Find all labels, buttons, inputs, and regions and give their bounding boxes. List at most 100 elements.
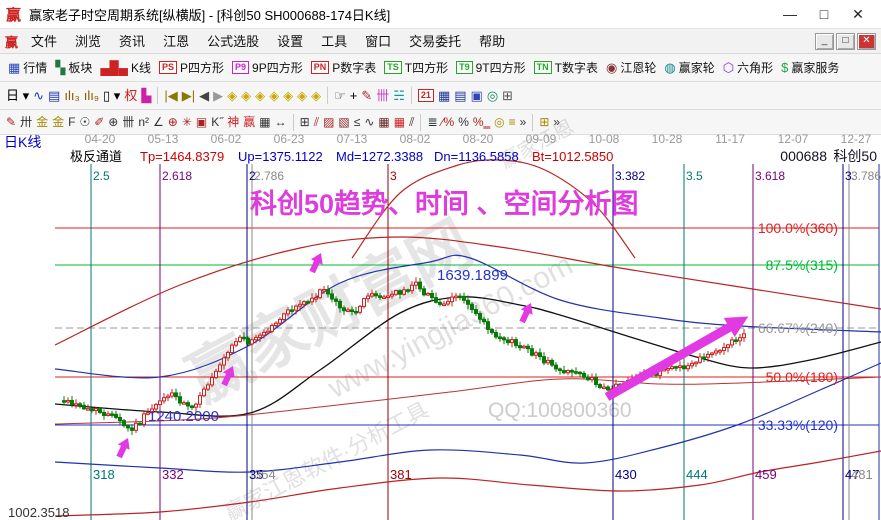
star-tool[interactable]: ✳	[180, 114, 194, 131]
menu-file[interactable]: 文件	[22, 32, 66, 51]
candle-style-button[interactable]: ▯ ▾	[101, 87, 122, 104]
winner-wheel-button[interactable]: ◍赢家轮	[661, 58, 717, 77]
frame-tool[interactable]: ⊞	[298, 114, 312, 131]
box-tool[interactable]: ▣	[194, 114, 209, 131]
mdi-window-buttons: _□✕	[815, 33, 876, 50]
ma3-icon[interactable]: ılı₃	[62, 87, 81, 104]
price-grid-tool[interactable]: ▦	[257, 114, 272, 131]
kline-button[interactable]: ▄█▄K线	[97, 58, 154, 77]
expand-x-button[interactable]: ◈	[267, 87, 281, 104]
export-button[interactable]: ◎	[485, 87, 500, 104]
parallel-tool[interactable]: ⫽	[407, 114, 416, 131]
compress-x-button[interactable]: ◈	[253, 87, 267, 104]
mdi-system-icon[interactable]: 赢	[5, 32, 18, 51]
print-button[interactable]: ⊞	[500, 87, 515, 104]
ying-tool[interactable]: 赢	[241, 114, 257, 131]
mdi-minimize-button[interactable]: _	[815, 33, 834, 50]
calculator-button[interactable]: ▦	[436, 87, 452, 104]
crosshair-button[interactable]: +	[348, 87, 360, 104]
percent-line-tool[interactable]: %‗	[471, 114, 492, 131]
hexagon-button[interactable]: ⬡六角形	[720, 58, 776, 77]
t-table-button-icon: TN	[534, 61, 552, 74]
expand-y-button[interactable]: ◈	[295, 87, 309, 104]
chart-area[interactable]	[0, 135, 881, 520]
multiwindow-icon[interactable]: ∿	[31, 87, 46, 104]
memo-button[interactable]: ▤	[452, 87, 468, 104]
t-table-button[interactable]: TNT数字表	[531, 58, 601, 77]
menu-trade[interactable]: 交易委托	[400, 32, 470, 51]
mdi-restore-button[interactable]: □	[836, 33, 855, 50]
more-tools2-button[interactable]: »	[551, 114, 562, 131]
bar-width-tool[interactable]: ↔	[273, 114, 289, 131]
color-chart-icon[interactable]: ▙	[139, 87, 153, 104]
reset-view-button[interactable]: ◈	[309, 87, 323, 104]
gann-target-tool[interactable]: ⊕	[166, 114, 180, 131]
percent-tool[interactable]: %	[456, 114, 471, 131]
gann-fan-tool[interactable]: ⫽	[312, 114, 321, 131]
golden-section-tool[interactable]: 金	[34, 114, 50, 131]
last-bar-button[interactable]: ▶|	[180, 87, 197, 104]
yellow-grid-tool[interactable]: ⊞	[537, 114, 551, 131]
n2-tool[interactable]: n²	[136, 114, 151, 131]
menu-tools[interactable]: 工具	[312, 32, 356, 51]
sectors-button[interactable]: ▚板块	[52, 58, 95, 77]
pointer-tool-button[interactable]: ✎	[359, 87, 374, 104]
cycle-tool[interactable]: ⊕	[106, 114, 120, 131]
chip2-tool-icon[interactable]: ☵	[391, 87, 407, 104]
f10-info-icon[interactable]: ▤	[46, 87, 62, 104]
first-bar-button[interactable]: |◀	[162, 87, 179, 104]
shift-left-button[interactable]: ◈	[225, 87, 239, 104]
menu-formula-stock-pick[interactable]: 公式选股	[198, 32, 268, 51]
winner-service-button[interactable]: $赢家服务	[778, 58, 842, 77]
menu-browse[interactable]: 浏览	[66, 32, 110, 51]
menu-settings[interactable]: 设置	[268, 32, 312, 51]
time-line-tool[interactable]: 卌	[120, 114, 136, 131]
quotes-button[interactable]: ▦行情	[5, 58, 50, 77]
spiral-tool[interactable]: ☉	[77, 114, 92, 131]
grid-tool[interactable]: ▦	[376, 114, 391, 131]
menu-help[interactable]: 帮助	[470, 32, 514, 51]
close-button[interactable]: ✕	[841, 6, 875, 23]
restoration-icon[interactable]: 权	[122, 87, 139, 104]
fibonacci-tool[interactable]: F	[66, 114, 77, 131]
golden-spiral-tool[interactable]: 金	[50, 114, 66, 131]
minimize-button[interactable]: —	[773, 6, 807, 22]
menu-window[interactable]: 窗口	[356, 32, 400, 51]
ray-tool[interactable]: ≤	[352, 114, 363, 131]
gold-line-tool[interactable]: ≡	[507, 114, 518, 131]
ma9-icon[interactable]: ılı₉	[82, 87, 101, 104]
gann-box-tool[interactable]: ▨	[321, 114, 336, 131]
menu-news[interactable]: 资讯	[110, 32, 154, 51]
save-button[interactable]: ▣	[469, 87, 485, 104]
red-grid-tool[interactable]: ▦	[392, 114, 407, 131]
marker-tool[interactable]: ✐	[92, 114, 106, 131]
calendar-button[interactable]: 21	[416, 88, 436, 103]
9t-square-button[interactable]: T99T四方形	[453, 58, 529, 77]
arc-fan-tool[interactable]: ▧	[336, 114, 351, 131]
t-square-button[interactable]: TST四方形	[381, 58, 451, 77]
angle-tool[interactable]: ∠	[151, 114, 166, 131]
stats-tool[interactable]: ≣	[425, 114, 439, 131]
compress-y-button[interactable]: ◈	[281, 87, 295, 104]
k-mark-tool[interactable]: K˝	[209, 114, 225, 131]
shen-tool[interactable]: 神	[225, 114, 241, 131]
9p-square-button[interactable]: P99P四方形	[229, 58, 306, 77]
gann-line-tool[interactable]: 卅	[18, 114, 34, 131]
menu-gann[interactable]: 江恩	[154, 32, 198, 51]
percent-drop-tool[interactable]: ∕%	[440, 114, 457, 131]
shift-right-button[interactable]: ◈	[239, 87, 253, 104]
period-button[interactable]: 日 ▾	[4, 87, 31, 104]
p-table-button[interactable]: PNP数字表	[308, 58, 380, 77]
chip-tool-icon[interactable]: 卌	[374, 87, 391, 104]
p-square-button[interactable]: PSP四方形	[156, 58, 227, 77]
wave-tool[interactable]: ∿	[362, 114, 376, 131]
maximize-button[interactable]: □	[807, 6, 841, 22]
pen-tool[interactable]: ✎	[4, 114, 18, 131]
next-bar-button[interactable]: ▶	[211, 87, 225, 104]
prev-bar-button[interactable]: ◀	[197, 87, 211, 104]
drag-hand-button[interactable]: ☞	[332, 87, 348, 104]
gann-wheel-button[interactable]: ◉江恩轮	[603, 58, 659, 77]
gold-circle-tool[interactable]: ◎	[492, 114, 506, 131]
more-tools-button[interactable]: »	[518, 114, 529, 131]
mdi-close-button[interactable]: ✕	[857, 33, 876, 50]
